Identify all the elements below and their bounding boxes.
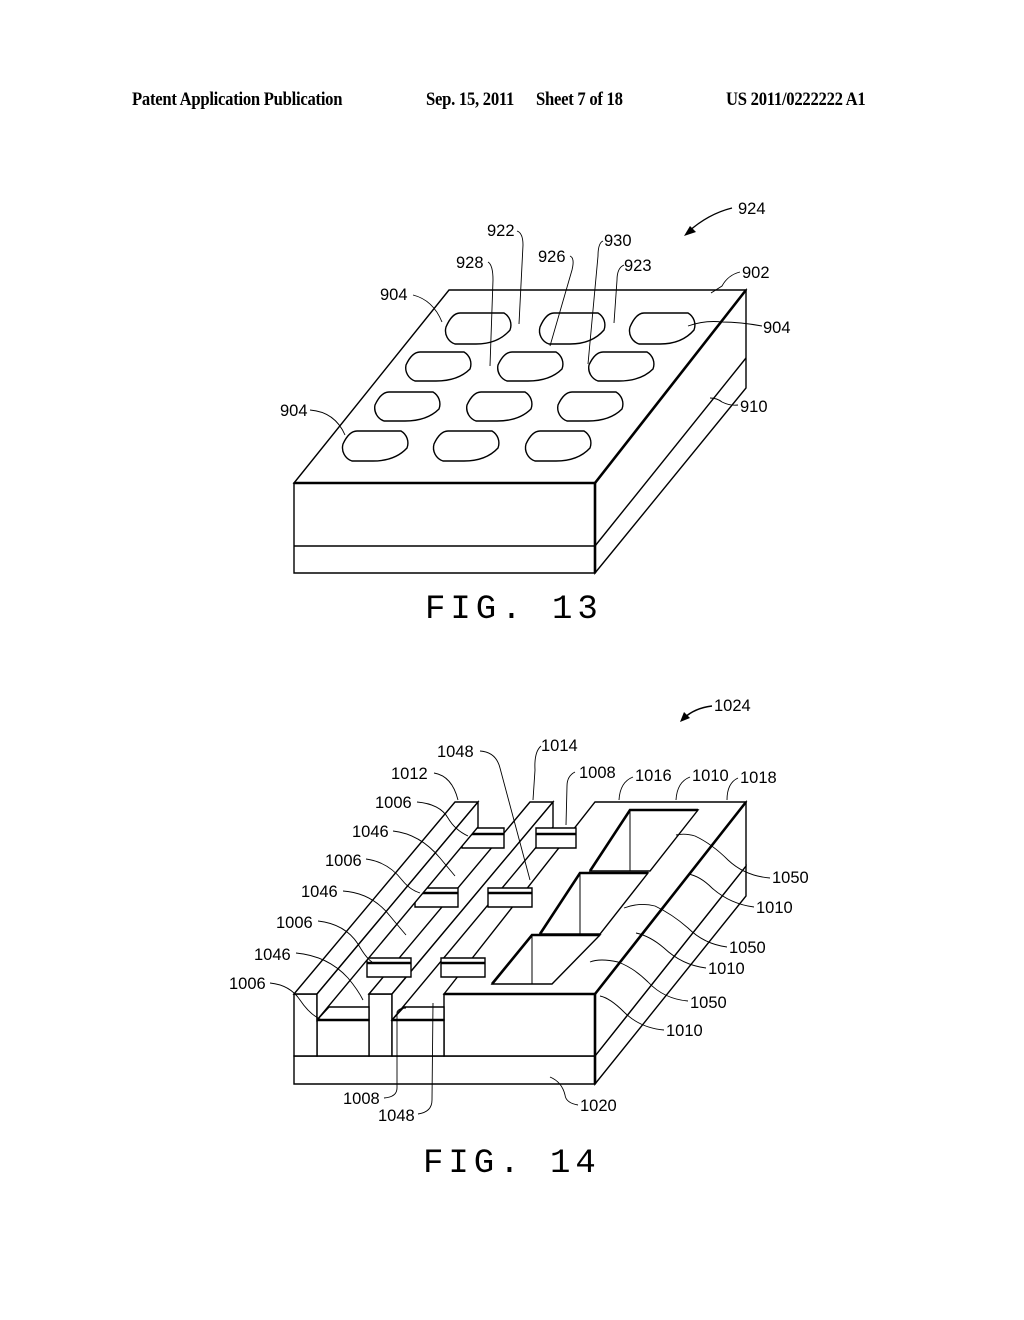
label-1008-bottom: 1008 bbox=[343, 1090, 380, 1108]
leader-1016 bbox=[618, 776, 634, 801]
label-1010-c: 1010 bbox=[666, 1022, 703, 1040]
step-block bbox=[440, 957, 486, 978]
label-1016: 1016 bbox=[635, 767, 672, 785]
figure-14: 1024 1048 1014 1012 1008 1016 1010 1018 … bbox=[229, 697, 809, 1183]
label-1050-b: 1050 bbox=[729, 939, 766, 957]
leader-1014 bbox=[532, 745, 542, 801]
label-1050-c: 1050 bbox=[690, 994, 727, 1012]
label-1014: 1014 bbox=[541, 737, 578, 755]
label-930: 930 bbox=[604, 232, 632, 250]
label-1010-b: 1010 bbox=[708, 960, 745, 978]
label-1048-top: 1048 bbox=[437, 743, 474, 761]
label-904-left: 904 bbox=[280, 402, 308, 420]
label-902: 902 bbox=[742, 264, 770, 282]
base-front-face bbox=[293, 1055, 596, 1085]
block-front-face bbox=[443, 993, 596, 1057]
label-1020: 1020 bbox=[580, 1097, 617, 1115]
leader-1008-top bbox=[565, 771, 576, 826]
label-1008-top: 1008 bbox=[579, 764, 616, 782]
label-1048-bottom: 1048 bbox=[378, 1107, 415, 1125]
label-1018: 1018 bbox=[740, 769, 777, 787]
label-904-right: 904 bbox=[763, 319, 791, 337]
patent-drawing-sheet: 924 922 930 928 926 923 902 904 904 904 … bbox=[229, 200, 809, 1183]
label-1006-a: 1006 bbox=[375, 794, 412, 812]
label-1010-a: 1010 bbox=[756, 899, 793, 917]
arrowhead bbox=[680, 712, 690, 722]
label-1012: 1012 bbox=[391, 765, 428, 783]
step-block bbox=[366, 957, 412, 978]
leader-1012 bbox=[433, 772, 459, 801]
fig13-front-face bbox=[293, 482, 596, 574]
label-1050-a: 1050 bbox=[772, 869, 809, 887]
label-1024: 1024 bbox=[714, 697, 751, 715]
label-904-top: 904 bbox=[380, 286, 408, 304]
label-926: 926 bbox=[538, 248, 566, 266]
label-924: 924 bbox=[738, 200, 766, 218]
leader-1010-top bbox=[675, 776, 691, 801]
label-1046-c: 1046 bbox=[254, 946, 291, 964]
label-928: 928 bbox=[456, 254, 484, 272]
label-1006-c: 1006 bbox=[276, 914, 313, 932]
reference-arrow-924 bbox=[687, 207, 733, 233]
label-922: 922 bbox=[487, 222, 515, 240]
figure-13: 924 922 930 928 926 923 902 904 904 904 … bbox=[280, 200, 791, 629]
label-910: 910 bbox=[740, 398, 768, 416]
label-1010-top: 1010 bbox=[692, 767, 729, 785]
fin-1014-front bbox=[368, 993, 393, 1057]
step-block bbox=[487, 887, 533, 908]
step-front bbox=[316, 1019, 370, 1057]
label-1006-b: 1006 bbox=[325, 852, 362, 870]
fin-1012-front bbox=[293, 993, 318, 1057]
label-1006-d: 1006 bbox=[229, 975, 266, 993]
figure-13-caption: FIG. 13 bbox=[425, 591, 603, 629]
step-block bbox=[535, 827, 577, 849]
label-1046-b: 1046 bbox=[301, 883, 338, 901]
label-923: 923 bbox=[624, 257, 652, 275]
label-1046-a: 1046 bbox=[352, 823, 389, 841]
figure-14-caption: FIG. 14 bbox=[423, 1145, 601, 1183]
step-front bbox=[391, 1019, 445, 1057]
